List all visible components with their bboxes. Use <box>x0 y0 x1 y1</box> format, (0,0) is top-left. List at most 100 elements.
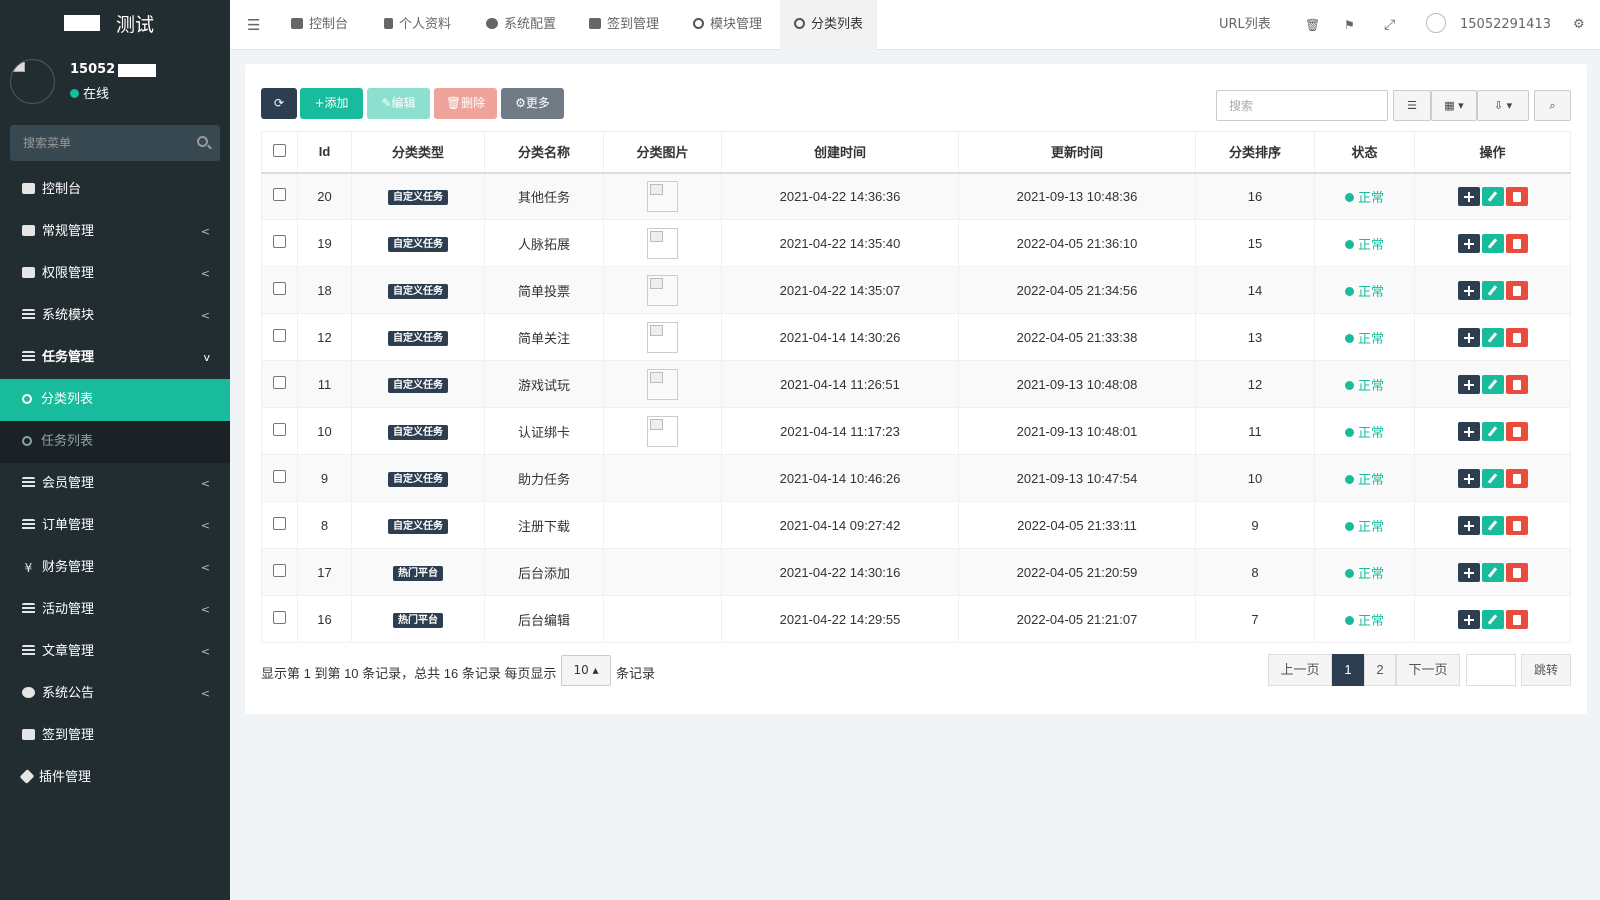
row-edit-button[interactable] <box>1481 421 1504 441</box>
drag-sort-button[interactable] <box>1457 374 1480 394</box>
row-delete-button[interactable] <box>1505 280 1528 300</box>
drag-sort-button[interactable] <box>1457 233 1480 253</box>
drag-sort-button[interactable] <box>1457 280 1480 300</box>
category-image[interactable] <box>647 321 678 353</box>
row-edit-button[interactable] <box>1481 609 1504 629</box>
drag-sort-button[interactable] <box>1457 562 1480 582</box>
table-row[interactable]: 16 热门平台 后台编辑 2021-04-22 14:29:55 2022-04-05 … <box>261 595 1571 643</box>
row-checkbox[interactable] <box>273 611 286 624</box>
sidebar-item-tasks[interactable]: 任务管理 v <box>0 337 230 379</box>
row-delete-button[interactable] <box>1505 233 1528 253</box>
sidebar-item-articles[interactable]: 文章管理 < <box>0 631 230 673</box>
row-edit-button[interactable] <box>1481 374 1504 394</box>
sidebar-item-plugins[interactable]: 插件管理 <box>0 757 230 799</box>
row-delete-button[interactable] <box>1505 468 1528 488</box>
menu-search-input[interactable] <box>10 125 220 161</box>
export-dropdown-button[interactable]: ⇩ ▾ <box>1477 90 1529 121</box>
drag-sort-button[interactable] <box>1457 468 1480 488</box>
language-icon[interactable]: ⚑ <box>1344 0 1355 50</box>
col-header-name[interactable]: 分类名称 <box>484 131 604 174</box>
sidebar-item-dashboard[interactable]: 控制台 <box>0 169 230 211</box>
row-delete-button[interactable] <box>1505 327 1528 347</box>
row-checkbox[interactable] <box>273 564 286 577</box>
table-search-input[interactable] <box>1216 90 1388 121</box>
sidebar-item-task-list[interactable]: 任务列表 <box>0 421 230 463</box>
edit-button[interactable]: ✎编辑 <box>367 88 430 119</box>
row-delete-button[interactable] <box>1505 609 1528 629</box>
category-image[interactable] <box>647 274 678 306</box>
sidebar-item-category-list[interactable]: 分类列表 <box>0 379 230 421</box>
page-button-2[interactable]: 2 <box>1364 654 1396 686</box>
table-row[interactable]: 9 自定义任务 助力任务 2021-04-14 10:46:26 2021-09-13 … <box>261 454 1571 502</box>
page-button-1[interactable]: 1 <box>1332 654 1364 686</box>
sidebar-item-general[interactable]: 常规管理 < <box>0 211 230 253</box>
search-icon[interactable] <box>197 136 208 147</box>
row-edit-button[interactable] <box>1481 327 1504 347</box>
col-header-updated[interactable]: 更新时间 <box>958 131 1196 174</box>
row-checkbox[interactable] <box>273 470 286 483</box>
row-checkbox[interactable] <box>273 235 286 248</box>
select-all-checkbox[interactable] <box>273 143 286 157</box>
category-image[interactable] <box>647 368 678 400</box>
row-delete-button[interactable] <box>1505 374 1528 394</box>
delete-button[interactable]: 🗑删除 <box>434 88 497 119</box>
brand-logo[interactable]: 测试 <box>0 0 230 50</box>
sidebar-item-notices[interactable]: 系统公告 < <box>0 673 230 715</box>
tab-profile[interactable]: 个人资料 <box>384 0 451 50</box>
row-edit-button[interactable] <box>1481 515 1504 535</box>
category-image[interactable] <box>647 415 678 447</box>
row-edit-button[interactable] <box>1481 186 1504 206</box>
table-row[interactable]: 18 自定义任务 简单投票 2021-04-22 14:35:07 2022-04-05… <box>261 266 1571 314</box>
row-edit-button[interactable] <box>1481 280 1504 300</box>
row-edit-button[interactable] <box>1481 233 1504 253</box>
sidebar-item-modules[interactable]: 系统模块 < <box>0 295 230 337</box>
col-header-sort[interactable]: 分类排序 <box>1195 131 1315 174</box>
sidebar-item-activities[interactable]: 活动管理 < <box>0 589 230 631</box>
jump-button[interactable]: 跳转 <box>1521 654 1571 686</box>
table-row[interactable]: 12 自定义任务 简单关注 2021-04-14 14:30:26 2022-04-05… <box>261 313 1571 361</box>
row-delete-button[interactable] <box>1505 515 1528 535</box>
col-header-created[interactable]: 创建时间 <box>721 131 959 174</box>
row-checkbox[interactable] <box>273 329 286 342</box>
jump-page-input[interactable] <box>1466 654 1516 686</box>
url-list-link[interactable]: URL列表 <box>1219 0 1271 50</box>
row-checkbox[interactable] <box>273 188 286 202</box>
drag-sort-button[interactable] <box>1457 327 1480 347</box>
drag-sort-button[interactable] <box>1457 186 1480 206</box>
settings-icon[interactable]: ⚙ <box>1573 0 1585 50</box>
row-delete-button[interactable] <box>1505 562 1528 582</box>
add-button[interactable]: +添加 <box>300 88 363 119</box>
sidebar-item-auth[interactable]: 权限管理 < <box>0 253 230 295</box>
next-page-button[interactable]: 下一页 <box>1396 654 1460 686</box>
table-row[interactable]: 19 自定义任务 人脉拓展 2021-04-22 14:35:40 2022-04-05… <box>261 219 1571 267</box>
tab-system-config[interactable]: 系统配置 <box>486 0 556 50</box>
sidebar-toggle-icon[interactable]: ☰ <box>247 0 260 50</box>
table-row[interactable]: 17 热门平台 后台添加 2021-04-22 14:30:16 2022-04-05 … <box>261 548 1571 596</box>
advanced-search-button[interactable]: ⌕ <box>1534 90 1571 121</box>
row-delete-button[interactable] <box>1505 186 1528 206</box>
row-checkbox[interactable] <box>273 376 286 389</box>
sidebar-item-finance[interactable]: ¥ 财务管理 < <box>0 547 230 589</box>
row-checkbox[interactable] <box>273 423 286 436</box>
row-edit-button[interactable] <box>1481 562 1504 582</box>
page-size-select[interactable]: 10 ▴ <box>561 655 611 686</box>
col-header-id[interactable]: Id <box>297 131 352 174</box>
row-checkbox[interactable] <box>273 517 286 530</box>
fullscreen-icon[interactable]: ⤢ <box>1384 0 1395 50</box>
prev-page-button[interactable]: 上一页 <box>1268 654 1332 686</box>
tab-modules[interactable]: 模块管理 <box>693 0 762 50</box>
columns-dropdown-button[interactable]: ▦ ▾ <box>1431 90 1477 121</box>
table-row[interactable]: 8 自定义任务 注册下载 2021-04-14 09:27:42 2022-04-05 … <box>261 501 1571 549</box>
category-image[interactable] <box>647 227 678 259</box>
trash-icon[interactable]: 🗑 <box>1305 0 1320 50</box>
category-image[interactable] <box>647 180 678 212</box>
toggle-view-button[interactable]: ☰ <box>1393 90 1431 121</box>
table-row[interactable]: 10 自定义任务 认证绑卡 2021-04-14 11:17:23 2021-09-13… <box>261 407 1571 455</box>
refresh-button[interactable]: ⟳ <box>261 88 297 119</box>
table-row[interactable]: 11 自定义任务 游戏试玩 2021-04-14 11:26:51 2021-09-13… <box>261 360 1571 408</box>
sidebar-item-checkin[interactable]: 签到管理 <box>0 715 230 757</box>
tab-dashboard[interactable]: 控制台 <box>291 0 348 50</box>
drag-sort-button[interactable] <box>1457 609 1480 629</box>
col-header-image[interactable]: 分类图片 <box>603 131 722 174</box>
row-checkbox[interactable] <box>273 282 286 295</box>
